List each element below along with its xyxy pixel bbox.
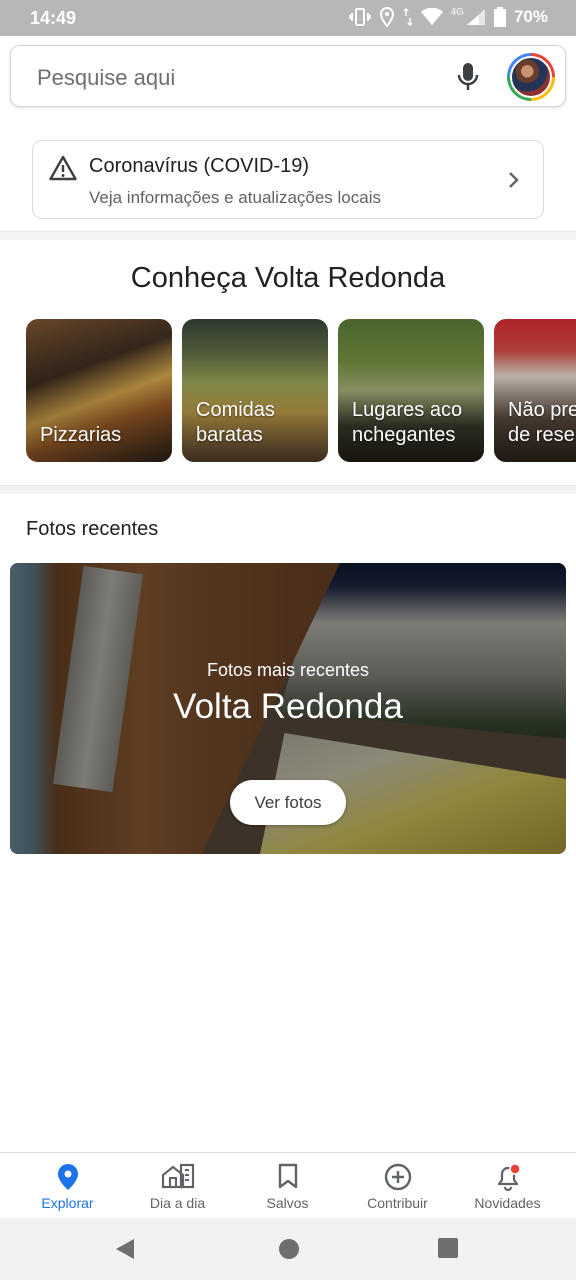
mic-icon[interactable] [455, 62, 481, 92]
banner-title: Volta Redonda [173, 687, 403, 726]
section-divider [0, 231, 576, 240]
recents-icon[interactable] [438, 1238, 458, 1258]
category-card-comidas-baratas[interactable]: Comidas baratas [182, 319, 328, 462]
nav-salvos[interactable]: Salvos [230, 1153, 345, 1219]
category-card-pizzarias[interactable]: Pizzarias [26, 319, 172, 462]
vibrate-icon [348, 8, 371, 26]
nav-label: Salvos [266, 1195, 309, 1211]
add-circle-icon [384, 1163, 411, 1191]
wifi-icon [420, 8, 443, 25]
nav-explorar[interactable]: Explorar [10, 1153, 125, 1219]
system-navigation-bar [0, 1218, 576, 1280]
warning-icon [49, 155, 77, 181]
category-label: Não pre de rese [508, 399, 576, 446]
location-icon [379, 7, 394, 27]
commute-icon [161, 1163, 194, 1189]
location-pin-icon [57, 1164, 78, 1190]
status-bar: 14:49 4G 70% [0, 0, 576, 36]
status-icons: 4G 70% [348, 6, 548, 27]
data-transfer-icon [403, 7, 413, 27]
battery-percent: 70% [513, 7, 548, 26]
battery-icon [493, 7, 506, 27]
status-time: 14:49 [30, 8, 77, 28]
nav-dia-a-dia[interactable]: Dia a dia [120, 1153, 235, 1219]
view-photos-button[interactable]: Ver fotos [230, 780, 346, 825]
category-card-nao-precisa-reserva[interactable]: Não pre de rese [494, 319, 576, 462]
recent-photos-title: Fotos recentes [26, 518, 159, 540]
nav-contribuir[interactable]: Contribuir [340, 1153, 455, 1219]
avatar-image [510, 56, 552, 98]
signal-icon [466, 9, 485, 25]
search-input[interactable]: Pesquise aqui [37, 65, 175, 91]
back-icon[interactable] [114, 1238, 136, 1260]
search-bar[interactable]: Pesquise aqui [10, 45, 566, 107]
recent-photos-banner[interactable]: Fotos mais recentes Volta Redonda Ver fo… [10, 563, 566, 854]
nav-novidades[interactable]: Novidades [450, 1153, 565, 1219]
section-divider [0, 485, 576, 494]
category-label: Lugares aco nchegantes [352, 399, 463, 446]
nav-label: Novidades [474, 1195, 541, 1211]
avatar[interactable] [507, 53, 555, 101]
category-label: Pizzarias [40, 424, 122, 446]
network-type: 4G [450, 6, 464, 18]
nav-label: Contribuir [367, 1195, 428, 1211]
banner-subtitle: Fotos mais recentes [206, 660, 370, 680]
nav-label: Explorar [41, 1195, 94, 1211]
home-icon[interactable] [278, 1238, 300, 1260]
notification-bell-icon [497, 1163, 521, 1191]
category-card-lugares-aconchegantes[interactable]: Lugares aco nchegantes [338, 319, 484, 462]
covid-info-card[interactable]: Coronavírus (COVID-19) Veja informações … [32, 140, 544, 219]
category-label: Comidas baratas [196, 399, 275, 446]
notification-badge [508, 1163, 521, 1175]
chevron-right-icon [509, 172, 519, 188]
covid-subtitle: Veja informações e atualizações locais [89, 188, 381, 207]
explore-title: Conheça Volta Redonda [130, 262, 446, 294]
bookmark-icon [278, 1163, 297, 1189]
bottom-navigation: Explorar Dia a dia Salvos Contribuir Nov… [0, 1152, 576, 1218]
category-carousel[interactable]: Pizzarias Comidas baratas Lugares aco nc… [26, 319, 576, 462]
covid-title: Coronavírus (COVID-19) [89, 155, 310, 177]
nav-label: Dia a dia [149, 1195, 206, 1211]
